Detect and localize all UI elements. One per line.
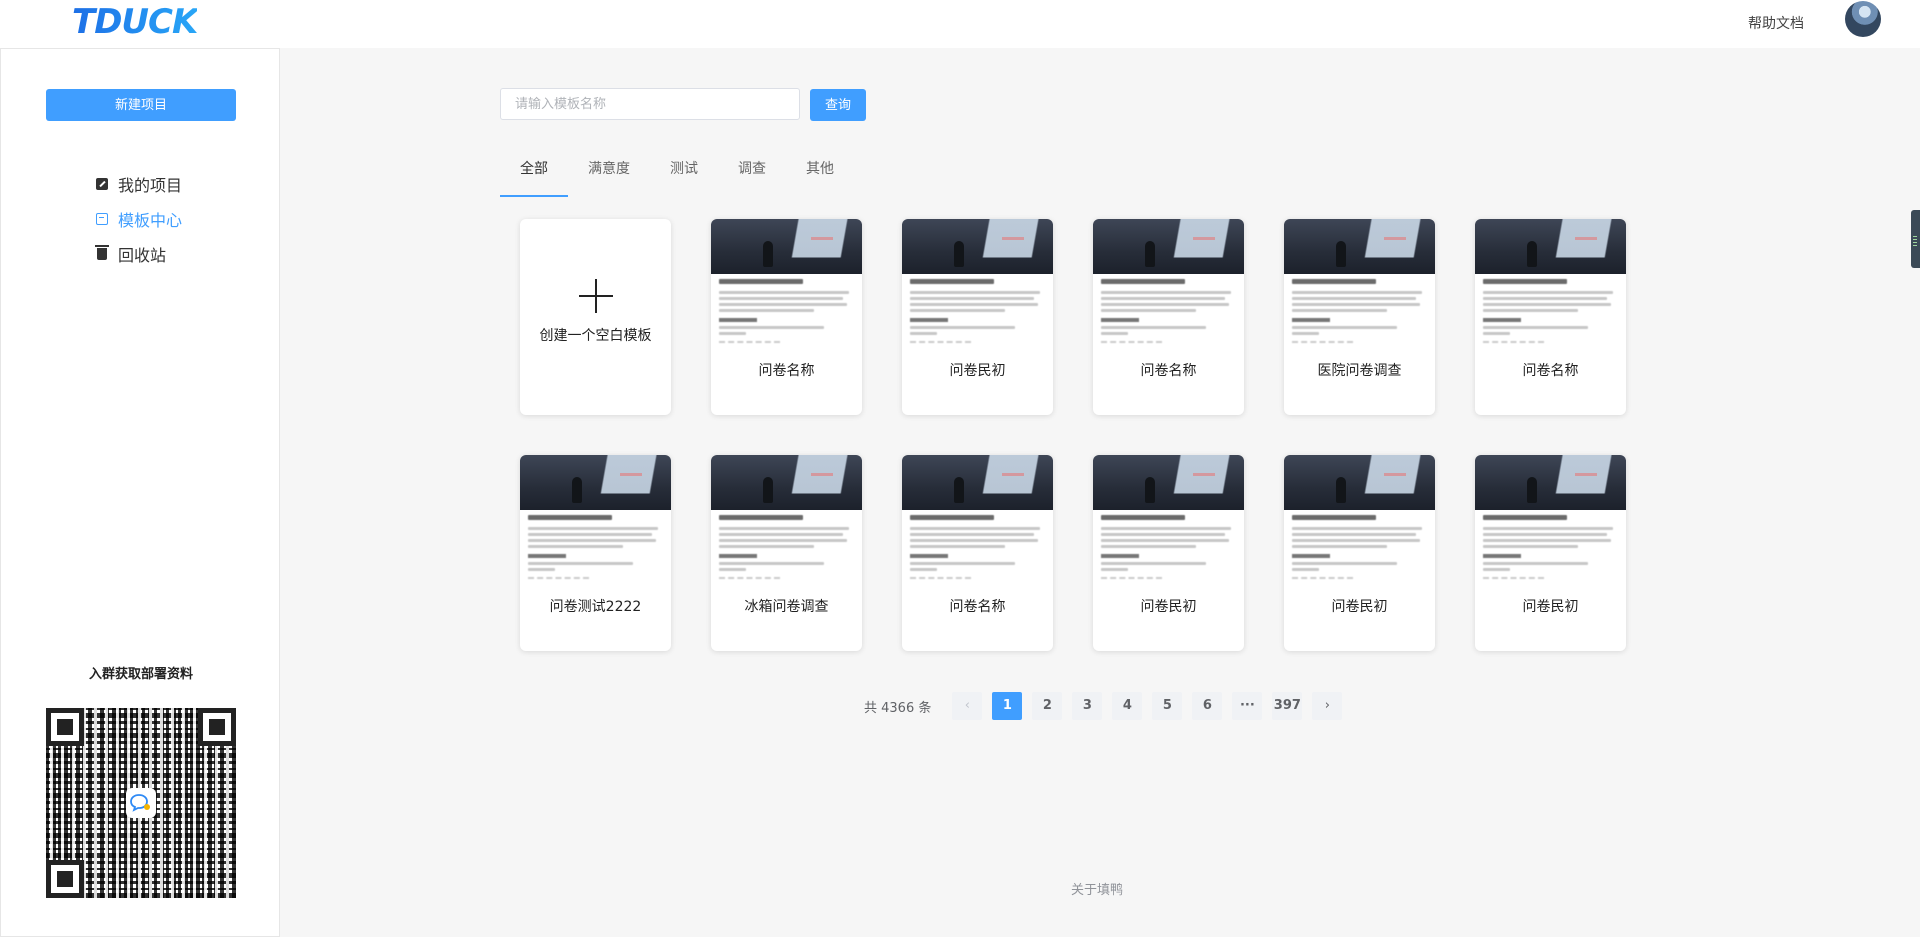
tab-survey[interactable]: 调查 bbox=[718, 153, 786, 197]
sidebar-item-label: 我的项目 bbox=[118, 175, 183, 195]
template-card[interactable]: 问卷名称 bbox=[1093, 219, 1244, 415]
blank-template-label: 创建一个空白模板 bbox=[539, 328, 652, 344]
page-button[interactable]: 1 bbox=[992, 692, 1023, 720]
template-name: 问卷名称 bbox=[758, 363, 815, 379]
page-button[interactable]: 397 bbox=[1272, 692, 1303, 720]
template-card[interactable]: 问卷民初 bbox=[1093, 455, 1244, 651]
template-thumbnail bbox=[902, 219, 1053, 274]
template-preview bbox=[902, 510, 1053, 593]
tab-test[interactable]: 测试 bbox=[650, 153, 718, 197]
template-name: 问卷民初 bbox=[1331, 599, 1388, 615]
sidebar-item-label: 模板中心 bbox=[118, 210, 183, 230]
help-docs-link[interactable]: 帮助文档 bbox=[1748, 14, 1804, 34]
qr-finder bbox=[198, 708, 236, 746]
template-card[interactable]: 问卷测试2222 bbox=[520, 455, 671, 651]
sidebar-item-my-projects[interactable]: 我的项目 bbox=[96, 166, 182, 201]
template-preview bbox=[1475, 510, 1626, 593]
template-search-input[interactable] bbox=[500, 88, 800, 120]
qr-finder bbox=[46, 708, 84, 746]
page-button[interactable]: 6 bbox=[1192, 692, 1223, 720]
template-name: 问卷民初 bbox=[949, 363, 1006, 379]
template-thumbnail bbox=[711, 455, 862, 510]
qr-finder bbox=[46, 860, 84, 898]
template-thumbnail bbox=[1475, 455, 1626, 510]
template-card[interactable]: 问卷名称 bbox=[1475, 219, 1626, 415]
template-card[interactable]: 问卷民初 bbox=[1475, 455, 1626, 651]
template-name: 问卷测试2222 bbox=[549, 599, 642, 615]
template-thumbnail bbox=[1475, 219, 1626, 274]
chat-icon bbox=[126, 788, 156, 818]
template-name: 问卷民初 bbox=[1522, 599, 1579, 615]
template-preview bbox=[711, 510, 862, 593]
template-name: 问卷名称 bbox=[1140, 363, 1197, 379]
pagination: 共 4366 条 ‹ 1 2 3 4 5 6 ··· 397 › bbox=[864, 692, 1347, 720]
template-thumbnail bbox=[902, 455, 1053, 510]
new-project-button[interactable]: 新建项目 bbox=[46, 89, 236, 121]
tab-all[interactable]: 全部 bbox=[500, 153, 568, 197]
template-thumbnail bbox=[520, 455, 671, 510]
side-drawer-handle[interactable] bbox=[1911, 210, 1920, 268]
template-name: 问卷民初 bbox=[1140, 599, 1197, 615]
tab-satisfaction[interactable]: 满意度 bbox=[568, 153, 650, 197]
template-name: 问卷名称 bbox=[949, 599, 1006, 615]
page-button[interactable]: 5 bbox=[1152, 692, 1183, 720]
page-button[interactable]: 3 bbox=[1072, 692, 1103, 720]
template-card[interactable]: 医院问卷调查 bbox=[1284, 219, 1435, 415]
more-pages-icon[interactable]: ··· bbox=[1232, 692, 1263, 720]
template-preview bbox=[1093, 274, 1244, 357]
prev-page-icon[interactable]: ‹ bbox=[952, 692, 983, 720]
template-icon bbox=[96, 212, 108, 225]
category-tabs: 全部 满意度 测试 调查 其他 bbox=[500, 153, 854, 197]
template-preview bbox=[1284, 274, 1435, 357]
page-button[interactable]: 2 bbox=[1032, 692, 1063, 720]
sidebar-nav: 我的项目 模板中心 回收站 bbox=[95, 166, 182, 271]
template-preview bbox=[1284, 510, 1435, 593]
template-name: 冰箱问卷调查 bbox=[744, 599, 829, 615]
pagination-total: 共 4366 条 bbox=[864, 700, 932, 716]
tab-other[interactable]: 其他 bbox=[786, 153, 854, 197]
template-thumbnail bbox=[1093, 455, 1244, 510]
plus-icon bbox=[578, 279, 613, 313]
sidebar: 新建项目 我的项目 模板中心 回收站 入群获取部署资料 bbox=[0, 48, 280, 937]
trash-icon bbox=[95, 244, 109, 260]
template-name: 问卷名称 bbox=[1522, 363, 1579, 379]
query-button[interactable]: 查询 bbox=[810, 89, 866, 121]
sidebar-item-label: 回收站 bbox=[118, 245, 167, 265]
template-grid: 创建一个空白模板 问卷名称 问卷民初 问卷名称 医院问卷调查 问卷名称 问卷测试2222 冰… bbox=[520, 219, 1626, 651]
template-thumbnail bbox=[1284, 455, 1435, 510]
template-card[interactable]: 问卷民初 bbox=[902, 219, 1053, 415]
template-thumbnail bbox=[1093, 219, 1244, 274]
template-name: 医院问卷调查 bbox=[1317, 363, 1402, 379]
user-avatar[interactable] bbox=[1845, 1, 1881, 37]
template-preview bbox=[711, 274, 862, 357]
next-page-icon[interactable]: › bbox=[1312, 692, 1343, 720]
group-qr-code bbox=[46, 708, 236, 898]
template-card[interactable]: 问卷名称 bbox=[902, 455, 1053, 651]
template-preview bbox=[1475, 274, 1626, 357]
about-link[interactable]: 关于填鸭 bbox=[1071, 879, 1123, 898]
template-card[interactable]: 冰箱问卷调查 bbox=[711, 455, 862, 651]
top-header: TDUCK 帮助文档 bbox=[0, 0, 1920, 48]
template-thumbnail bbox=[711, 219, 862, 274]
template-preview bbox=[1093, 510, 1244, 593]
page-button[interactable]: 4 bbox=[1112, 692, 1143, 720]
template-card[interactable]: 问卷名称 bbox=[711, 219, 862, 415]
template-preview bbox=[520, 510, 671, 593]
template-card[interactable]: 问卷民初 bbox=[1284, 455, 1435, 651]
create-blank-template-card[interactable]: 创建一个空白模板 bbox=[520, 219, 671, 415]
sidebar-item-recycle-bin[interactable]: 回收站 bbox=[95, 236, 182, 271]
template-preview bbox=[902, 274, 1053, 357]
sidebar-item-template-center[interactable]: 模板中心 bbox=[96, 201, 182, 236]
qr-title: 入群获取部署资料 bbox=[88, 667, 193, 682]
logo[interactable]: TDUCK bbox=[72, 1, 198, 43]
template-thumbnail bbox=[1284, 219, 1435, 274]
edit-icon bbox=[96, 177, 108, 190]
